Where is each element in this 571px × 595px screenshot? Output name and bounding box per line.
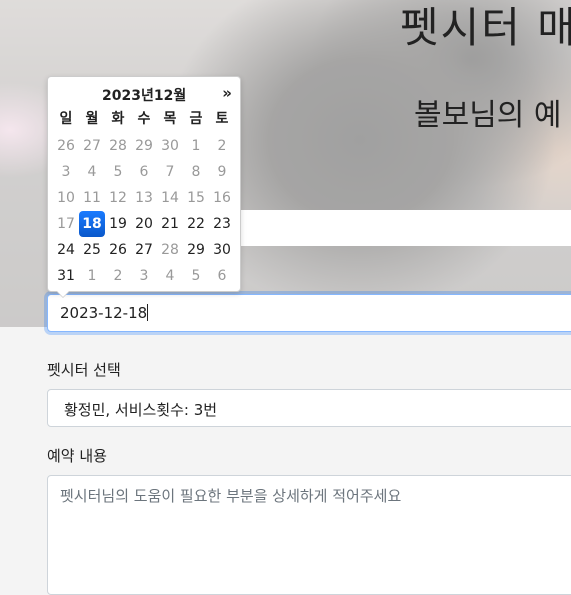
weekday-header: 일 [59, 111, 73, 127]
calendar-day[interactable]: 14 [157, 185, 183, 211]
calendar-day[interactable]: 17 [53, 211, 79, 237]
calendar-day[interactable]: 5 [183, 263, 209, 289]
calendar-day[interactable]: 3 [53, 159, 79, 185]
calendar-day[interactable]: 8 [183, 159, 209, 185]
calendar-day[interactable]: 26 [105, 237, 131, 263]
calendar-day[interactable]: 23 [209, 211, 235, 237]
calendar-day[interactable]: 30 [157, 133, 183, 159]
calendar-day[interactable]: 15 [183, 185, 209, 211]
weekday-header: 수 [137, 111, 151, 127]
calendar-day[interactable]: 4 [157, 263, 183, 289]
calendar-day[interactable]: 2 [105, 263, 131, 289]
hidden-input-strip [238, 210, 571, 246]
datepicker-popup: 2023년12월 » 일 월 화 수 목 금 토 26 27 28 29 30 1 2 3 4 5 6 7 8 9 10 1… [47, 76, 241, 298]
calendar-day[interactable]: 1 [79, 263, 105, 289]
calendar-day[interactable]: 10 [53, 185, 79, 211]
calendar-day[interactable]: 9 [209, 159, 235, 185]
calendar-day[interactable]: 4 [79, 159, 105, 185]
content-textarea[interactable]: 펫시터님의 도움이 필요한 부분을 상세하게 적어주세요 [47, 475, 571, 595]
weekday-header: 목 [163, 111, 177, 127]
calendar-day[interactable]: 28 [157, 237, 183, 263]
weekday-header: 월 [85, 111, 99, 127]
page-title: 펫시터 매 [400, 3, 571, 52]
calendar-day[interactable]: 11 [79, 185, 105, 211]
content-label: 예약 내용 [47, 447, 107, 465]
datepicker-header: 2023년12월 » [52, 81, 236, 107]
selected-day[interactable]: 18 [79, 211, 105, 237]
calendar-day[interactable]: 30 [209, 237, 235, 263]
calendar-day[interactable]: 16 [209, 185, 235, 211]
datepicker-month-title[interactable]: 2023년12월 [102, 85, 186, 105]
calendar-day[interactable]: 7 [157, 159, 183, 185]
calendar-day[interactable]: 29 [183, 237, 209, 263]
weekday-header: 토 [215, 111, 229, 127]
calendar-day[interactable]: 12 [105, 185, 131, 211]
calendar-day[interactable]: 24 [53, 237, 79, 263]
calendar-day[interactable]: 19 [105, 211, 131, 237]
next-month-button[interactable]: » [222, 84, 232, 102]
weekday-header: 화 [111, 111, 125, 127]
calendar-day[interactable]: 5 [105, 159, 131, 185]
calendar-day[interactable]: 26 [53, 133, 79, 159]
calendar-day[interactable]: 2 [209, 133, 235, 159]
calendar-day[interactable]: 27 [131, 237, 157, 263]
date-input-value: 2023-12-18 [60, 304, 148, 322]
calendar-day[interactable]: 13 [131, 185, 157, 211]
calendar-day[interactable]: 6 [131, 159, 157, 185]
calendar-day[interactable]: 25 [79, 237, 105, 263]
calendar-day[interactable]: 29 [131, 133, 157, 159]
sitter-select[interactable]: 황정민, 서비스횟수: 3번 [47, 389, 571, 427]
calendar-day[interactable]: 20 [131, 211, 157, 237]
date-input[interactable]: 2023-12-18 [47, 294, 571, 332]
calendar-day[interactable]: 27 [79, 133, 105, 159]
content-placeholder: 펫시터님의 도움이 필요한 부분을 상세하게 적어주세요 [60, 487, 402, 505]
datepicker-grid: 일 월 화 수 목 금 토 26 27 28 29 30 1 2 3 4 5 6 7 8 9 10 11 12 13 14 15 16… [53, 107, 236, 289]
page-subtitle: 볼보님의 예 [414, 98, 562, 133]
sitter-select-value: 황정민, 서비스횟수: 3번 [64, 401, 218, 419]
sitter-select-label: 펫시터 선택 [47, 361, 121, 379]
calendar-day[interactable]: 3 [131, 263, 157, 289]
calendar-day[interactable]: 31 [53, 263, 79, 289]
calendar-day[interactable]: 28 [105, 133, 131, 159]
calendar-day[interactable]: 1 [183, 133, 209, 159]
calendar-day[interactable]: 21 [157, 211, 183, 237]
calendar-day[interactable]: 22 [183, 211, 209, 237]
text-caret [147, 304, 149, 321]
calendar-day[interactable]: 6 [209, 263, 235, 289]
weekday-header: 금 [189, 111, 203, 127]
